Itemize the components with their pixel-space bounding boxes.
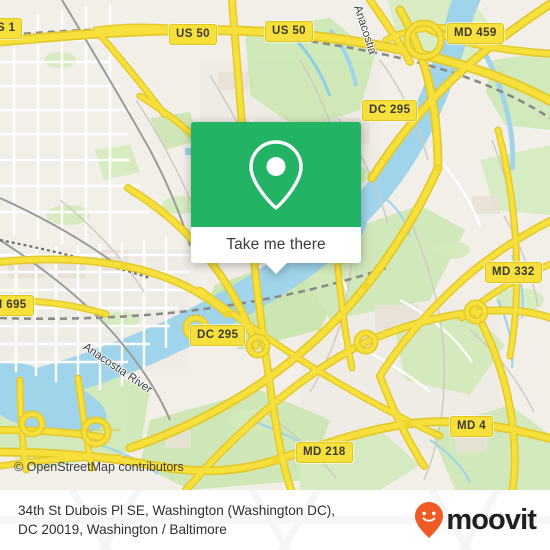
road-shield-us-50-b[interactable]: US 50 [265,21,313,42]
address-line-2: DC 20019, Washington / Baltimore [18,522,227,537]
map-pin-icon [249,139,303,210]
popup-action-area[interactable]: Take me there [191,227,361,263]
road-shield-md-459[interactable]: MD 459 [447,23,504,44]
popup-icon-area [191,122,361,227]
location-address: 34th St Dubois Pl SE, Washington (Washin… [18,501,335,540]
moovit-wordmark: moovit [446,503,537,536]
road-shield-md-218[interactable]: MD 218 [296,442,353,463]
road-shield-us-50-a[interactable]: US 50 [169,24,217,45]
take-me-there-label: Take me there [226,236,326,253]
road-shield-i-695[interactable]: I 695 [0,295,34,316]
road-shield-dc-295-b[interactable]: DC 295 [190,325,246,346]
location-popup-card[interactable]: Take me there [191,122,361,274]
road-shield-dc-295-a[interactable]: DC 295 [362,100,418,121]
moovit-brand[interactable]: moovit [414,501,537,539]
footer-bar: 34th St Dubois Pl SE, Washington (Washin… [0,490,550,550]
address-line-1: 34th St Dubois Pl SE, Washington (Washin… [18,502,336,518]
road-shield-md-332[interactable]: MD 332 [485,262,542,283]
road-shield-md-4[interactable]: MD 4 [450,416,494,437]
map-canvas[interactable]: S 1 US 50 US 50 MD 459 DC 295 MD 332 I 6… [0,0,550,490]
moovit-pin-icon [415,502,444,538]
osm-attribution[interactable]: © OpenStreetMap contributors [14,460,184,474]
road-shield-us-1[interactable]: S 1 [0,18,23,39]
popup-pointer-tail [265,263,287,274]
map-screenshot-root: S 1 US 50 US 50 MD 459 DC 295 MD 332 I 6… [0,0,550,550]
